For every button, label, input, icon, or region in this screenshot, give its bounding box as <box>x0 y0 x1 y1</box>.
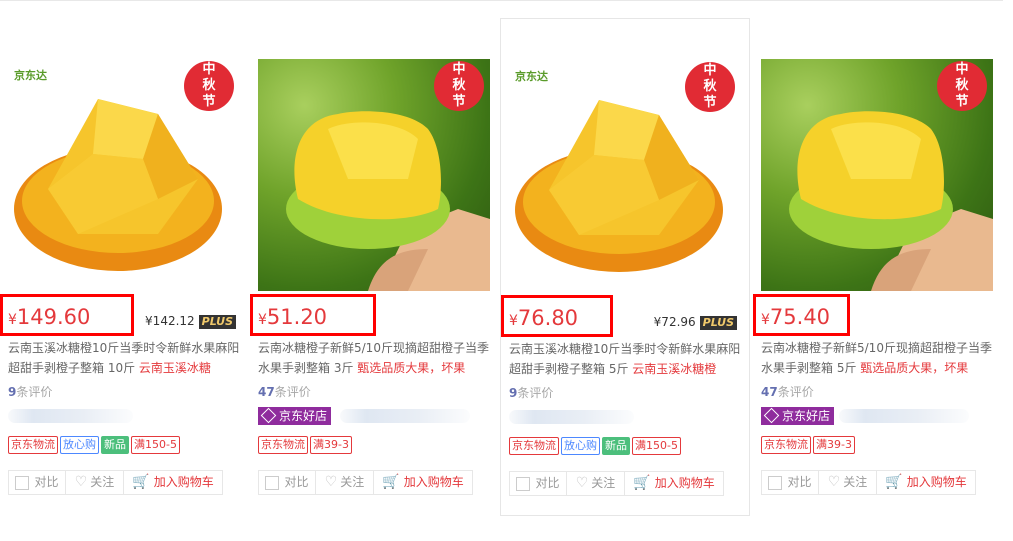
product-title[interactable]: 云南冰糖橙子新鲜5/10斤现摘超甜橙子当季水果手剥整箱 3斤 甄选品质大果，坏果 <box>258 338 492 378</box>
product-title[interactable]: 云南冰糖橙子新鲜5/10斤现摘超甜橙子当季水果手剥整箱 5斤 甄选品质大果，坏果 <box>761 338 995 378</box>
shop-name-blurred[interactable] <box>839 409 969 423</box>
add-to-cart-button[interactable]: 🛒 加入购物车 <box>124 471 222 494</box>
plus-price: ¥142.12 PLUS <box>145 314 236 329</box>
product-card[interactable]: 京东达 中秋节 ¥149.60 ¥142.12 PLUS 云南玉溪冰糖橙10斤当季… <box>0 18 250 516</box>
brand-logo: 京东达 <box>515 70 548 83</box>
diamond-icon <box>763 407 780 424</box>
promo-text: 云南玉溪冰糖橙 <box>632 362 717 376</box>
diamond-icon <box>260 407 277 424</box>
shop-name-blurred[interactable] <box>340 409 470 423</box>
plus-price: ¥72.96 PLUS <box>654 315 737 330</box>
service-tags: 京东物流 放心购 新品 满150-5 <box>509 437 683 455</box>
action-bar: 对比 ♡ 关注 🛒 加入购物车 <box>8 470 223 495</box>
price: ¥76.80 <box>509 306 579 330</box>
tag: 满150-5 <box>131 436 180 454</box>
follow-button[interactable]: ♡ 关注 <box>567 472 625 495</box>
shop-row: 京东好店 <box>761 406 995 426</box>
tag: 新品 <box>602 437 630 455</box>
service-tags: 京东物流 满39-3 <box>761 436 857 454</box>
service-tags: 京东物流 满39-3 <box>258 436 354 454</box>
cart-icon: 🛒 <box>382 474 400 490</box>
tag: 京东物流 <box>258 436 308 454</box>
add-to-cart-button[interactable]: 🛒 加入购物车 <box>877 471 975 494</box>
compare-button[interactable]: 对比 <box>762 471 819 494</box>
product-title[interactable]: 云南玉溪冰糖橙10斤当季时令新鲜水果麻阳超甜手剥橙子整箱 5斤 云南玉溪冰糖橙 <box>509 339 743 379</box>
heart-icon: ♡ <box>74 474 88 490</box>
review-count[interactable]: 9条评价 <box>8 383 52 400</box>
follow-button[interactable]: ♡ 关注 <box>66 471 124 494</box>
price-row: ¥51.20 <box>250 294 500 338</box>
product-image[interactable]: 中秋节 <box>258 59 490 291</box>
follow-button[interactable]: ♡ 关注 <box>819 471 877 494</box>
promo-text: 甄选品质大果，坏果 <box>860 361 969 375</box>
price: ¥149.60 <box>8 305 91 329</box>
checkbox-icon <box>516 476 531 491</box>
tag: 京东物流 <box>761 436 811 454</box>
action-bar: 对比 ♡ 关注 🛒 加入购物车 <box>509 471 724 496</box>
plus-badge: PLUS <box>198 315 236 329</box>
review-count[interactable]: 47条评价 <box>258 383 311 400</box>
compare-button[interactable]: 对比 <box>9 471 66 494</box>
service-tags: 京东物流 放心购 新品 满150-5 <box>8 436 182 454</box>
mid-autumn-badge: 中秋节 <box>184 61 234 111</box>
shop-row: 京东好店 <box>258 406 492 426</box>
product-title[interactable]: 云南玉溪冰糖橙10斤当季时令新鲜水果麻阳超甜手剥橙子整箱 10斤 云南玉溪冰糖 <box>8 338 242 378</box>
follow-button[interactable]: ♡ 关注 <box>316 471 374 494</box>
checkbox-icon <box>15 475 30 490</box>
tag: 京东物流 <box>509 437 559 455</box>
brand-logo: 京东达 <box>14 69 47 82</box>
tag: 满39-3 <box>310 436 352 454</box>
action-bar: 对比 ♡ 关注 🛒 加入购物车 <box>761 470 976 495</box>
price: ¥51.20 <box>258 305 328 329</box>
price: ¥75.40 <box>761 305 831 329</box>
compare-button[interactable]: 对比 <box>259 471 316 494</box>
jd-good-shop-badge: 京东好店 <box>258 407 332 425</box>
tag: 放心购 <box>60 436 99 454</box>
cart-icon: 🛒 <box>885 474 903 490</box>
mid-autumn-badge: 中秋节 <box>685 62 735 112</box>
heart-icon: ♡ <box>324 474 338 490</box>
shop-row <box>8 406 242 426</box>
tag: 放心购 <box>561 437 600 455</box>
product-image[interactable]: 中秋节 <box>761 59 993 291</box>
review-count[interactable]: 9条评价 <box>509 384 553 401</box>
checkbox-icon <box>265 475 280 490</box>
product-card[interactable]: 京东达 中秋节 ¥76.80 ¥72.96 PLUS 云南玉溪冰糖橙10斤当季时令… <box>500 18 750 516</box>
mid-autumn-badge: 中秋节 <box>434 61 484 111</box>
shop-row <box>509 407 743 427</box>
shop-name-blurred[interactable] <box>509 410 634 424</box>
plus-badge: PLUS <box>699 316 737 330</box>
add-to-cart-button[interactable]: 🛒 加入购物车 <box>625 472 723 495</box>
heart-icon: ♡ <box>575 475 589 491</box>
shop-name-blurred[interactable] <box>8 409 133 423</box>
mid-autumn-badge: 中秋节 <box>937 61 987 111</box>
price-row: ¥75.40 <box>753 294 1003 338</box>
cart-icon: 🛒 <box>633 475 651 491</box>
tag: 新品 <box>101 436 129 454</box>
product-image[interactable]: 京东达 中秋节 <box>8 59 240 291</box>
add-to-cart-button[interactable]: 🛒 加入购物车 <box>374 471 472 494</box>
tag: 京东物流 <box>8 436 58 454</box>
top-divider <box>0 0 1003 1</box>
checkbox-icon <box>768 475 783 490</box>
product-card[interactable]: 中秋节 ¥75.40 云南冰糖橙子新鲜5/10斤现摘超甜橙子当季水果手剥整箱 5… <box>753 18 1003 516</box>
promo-text: 云南玉溪冰糖 <box>138 361 211 375</box>
cart-icon: 🛒 <box>132 474 150 490</box>
price-row: ¥76.80 ¥72.96 PLUS <box>501 295 751 339</box>
price-row: ¥149.60 ¥142.12 PLUS <box>0 294 250 338</box>
promo-text: 甄选品质大果，坏果 <box>357 361 466 375</box>
action-bar: 对比 ♡ 关注 🛒 加入购物车 <box>258 470 473 495</box>
compare-button[interactable]: 对比 <box>510 472 567 495</box>
tag: 满150-5 <box>632 437 681 455</box>
heart-icon: ♡ <box>827 474 841 490</box>
review-count[interactable]: 47条评价 <box>761 383 814 400</box>
jd-good-shop-badge: 京东好店 <box>761 407 835 425</box>
product-image[interactable]: 京东达 中秋节 <box>509 60 741 292</box>
product-card[interactable]: 中秋节 ¥51.20 云南冰糖橙子新鲜5/10斤现摘超甜橙子当季水果手剥整箱 3… <box>250 18 500 516</box>
tag: 满39-3 <box>813 436 855 454</box>
